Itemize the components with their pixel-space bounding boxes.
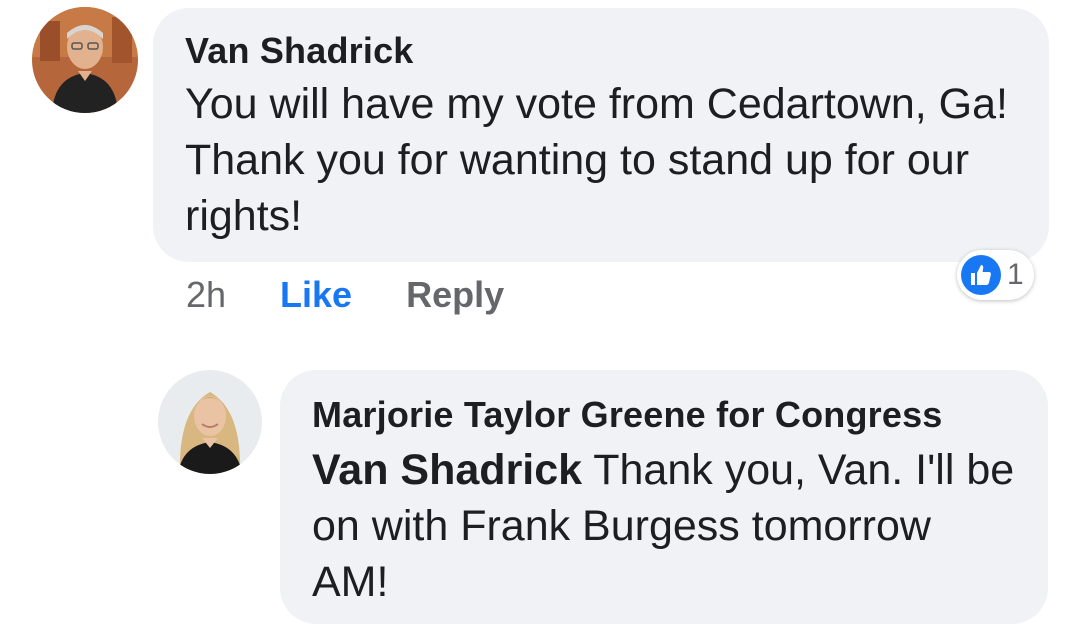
mention-link[interactable]: Van Shadrick xyxy=(312,446,582,494)
profile-photo-icon xyxy=(32,7,138,113)
thumbs-up-icon xyxy=(961,255,1001,295)
comment-bubble: Van Shadrick You will have my vote from … xyxy=(153,8,1049,262)
comment-author[interactable]: Van Shadrick xyxy=(185,30,1017,72)
reply-button[interactable]: Reply xyxy=(406,274,504,316)
avatar[interactable] xyxy=(32,7,138,113)
avatar[interactable] xyxy=(158,370,262,474)
comment-actions: 2h Like Reply xyxy=(186,270,504,320)
profile-photo-icon xyxy=(158,370,262,474)
comment-timestamp[interactable]: 2h xyxy=(186,274,226,316)
reply-author[interactable]: Marjorie Taylor Greene for Congress xyxy=(312,394,1016,436)
reply-bubble: Marjorie Taylor Greene for Congress Van … xyxy=(280,370,1048,624)
comment-thread: Van Shadrick You will have my vote from … xyxy=(0,0,1080,638)
like-button[interactable]: Like xyxy=(280,274,352,316)
comment-text: You will have my vote from Cedartown, Ga… xyxy=(185,80,1008,240)
reply-text: Van Shadrick Thank you, Van. I'll be on … xyxy=(312,442,1016,610)
reaction-count: 1 xyxy=(1007,258,1024,291)
reaction-summary[interactable]: 1 xyxy=(957,250,1034,300)
